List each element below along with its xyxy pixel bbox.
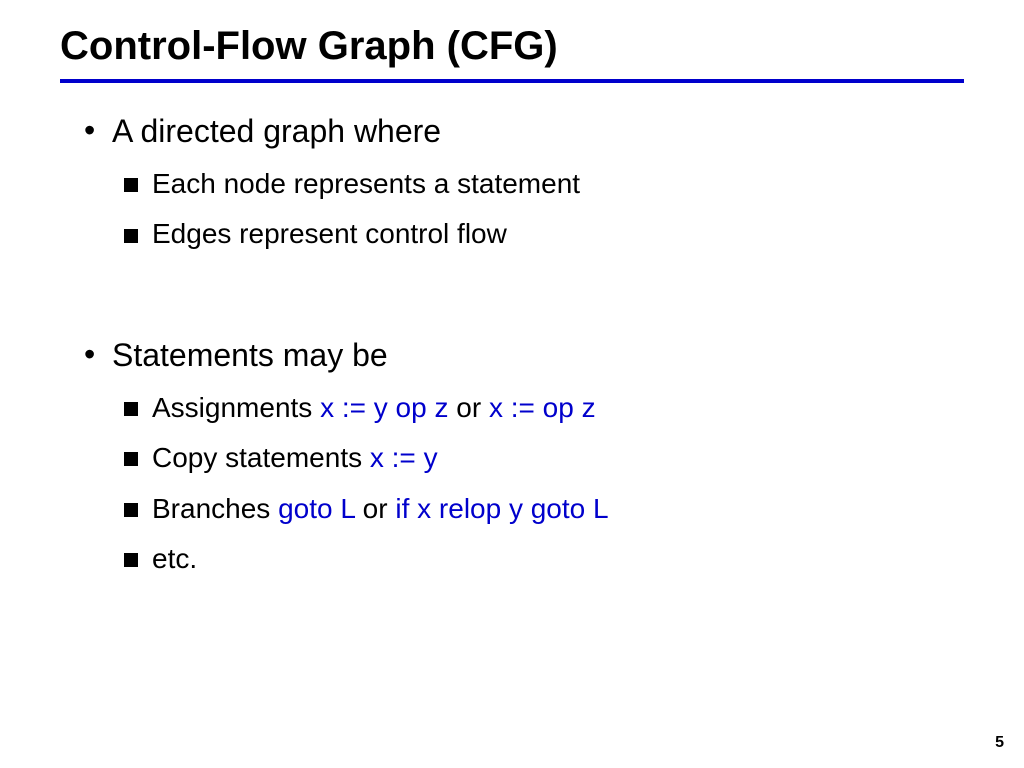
bullet-text: etc. [152,541,197,577]
page-number: 5 [995,734,1004,752]
bullet-square-icon [124,178,138,192]
title-underline [60,79,964,83]
bullet-text: Assignments x := y op z or x := op z [152,390,596,426]
bullet-level2: etc. [124,541,964,577]
bullet-square-icon [124,553,138,567]
bullet-text: Statements may be [112,337,388,374]
slide-content: • A directed graph where Each node repre… [60,113,964,577]
bullet-level2: Copy statements x := y [124,440,964,476]
bullet-level2: Branches goto L or if x relop y goto L [124,491,964,527]
bullet-level1: • Statements may be [84,337,964,374]
bullet-level2: Each node represents a statement [124,166,964,202]
bullet-text: Branches goto L or if x relop y goto L [152,491,609,527]
bullet-square-icon [124,503,138,517]
bullet-level2: Assignments x := y op z or x := op z [124,390,964,426]
bullet-square-icon [124,402,138,416]
bullet-text: A directed graph where [112,113,441,150]
slide: Control-Flow Graph (CFG) • A directed gr… [0,0,1024,768]
slide-title: Control-Flow Graph (CFG) [60,24,964,69]
bullet-text: Each node represents a statement [152,166,580,202]
bullet-square-icon [124,229,138,243]
bullet-dot-icon: • [84,337,112,372]
bullet-square-icon [124,452,138,466]
bullet-dot-icon: • [84,113,112,148]
bullet-text: Edges represent control flow [152,216,507,252]
bullet-level2: Edges represent control flow [124,216,964,252]
bullet-text: Copy statements x := y [152,440,438,476]
bullet-level1: • A directed graph where [84,113,964,150]
